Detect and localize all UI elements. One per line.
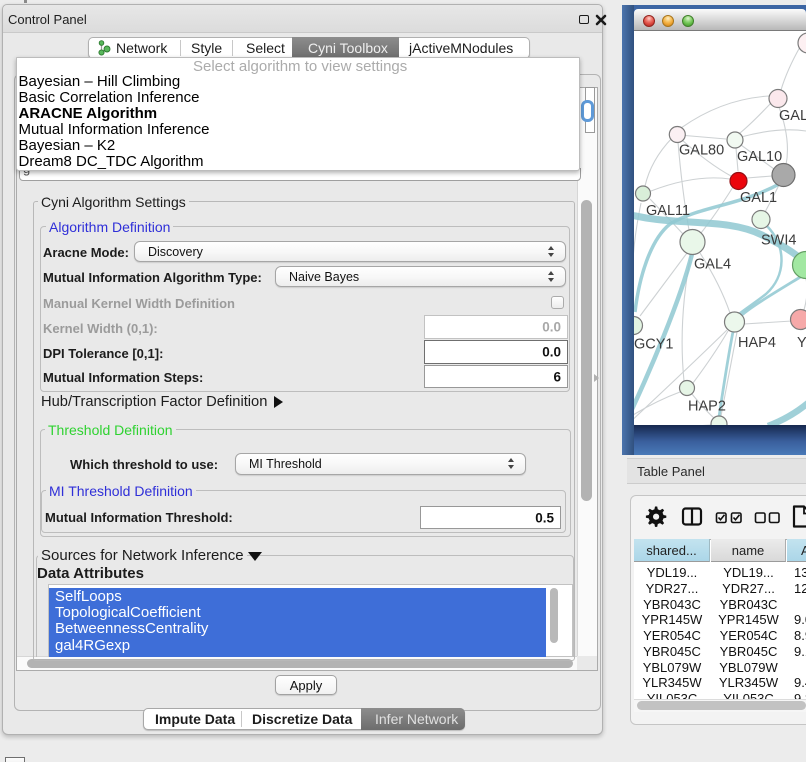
svg-text:GAL80: GAL80 <box>679 143 724 159</box>
svg-text:GAL1: GAL1 <box>740 190 777 206</box>
svg-text:HAP4: HAP4 <box>738 335 776 351</box>
svg-text:SWI4: SWI4 <box>761 233 796 249</box>
svg-text:GAL11: GAL11 <box>646 203 690 219</box>
svg-text:GAL10: GAL10 <box>737 149 782 165</box>
svg-text:GAL4: GAL4 <box>694 257 731 273</box>
svg-text:YE: YE <box>797 335 806 351</box>
svg-text:HAP2: HAP2 <box>688 399 726 415</box>
svg-text:GAL7: GAL7 <box>779 108 806 124</box>
svg-text:GCY1: GCY1 <box>634 337 674 353</box>
